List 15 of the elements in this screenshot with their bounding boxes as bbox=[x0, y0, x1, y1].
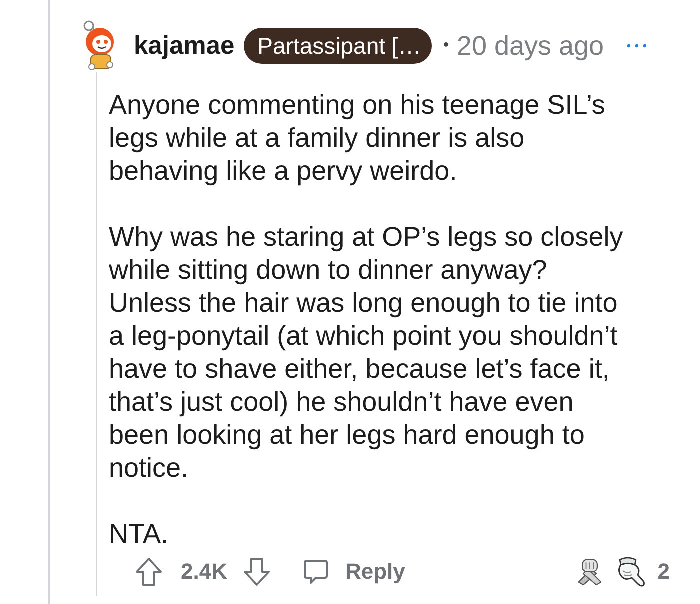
comment-icon bbox=[303, 559, 330, 585]
clasped-hands-icon bbox=[576, 558, 604, 586]
downvote-icon[interactable] bbox=[243, 557, 272, 587]
separator-dot: • bbox=[443, 37, 449, 55]
reply-button[interactable]: Reply bbox=[303, 559, 406, 585]
award-count: 2 bbox=[658, 559, 670, 585]
vote-count: 2.4K bbox=[181, 559, 228, 585]
comment-paragraph: Why was he staring at OP’s legs so closely while sitting down to dinner anyway? Unless the hair was long enough to tie into a leg-ponytail (at which point you shouldn’t have to shave either, because let’s face it, that’s just cool) he shouldn’t have even been looking at her legs hard enough to notice. bbox=[109, 221, 624, 485]
comment-paragraph: Anyone commenting on his teenage SIL’s legs while at a family dinner is also behaving like a pervy weirdo. bbox=[109, 89, 606, 188]
more-options-icon[interactable] bbox=[626, 43, 648, 49]
username[interactable]: kajamae bbox=[134, 32, 235, 60]
upvote-icon[interactable] bbox=[135, 557, 163, 587]
timestamp[interactable]: 20 days ago bbox=[456, 30, 604, 62]
comment-paragraph: NTA. bbox=[109, 518, 170, 551]
user-flair: Partassipant [… bbox=[244, 28, 432, 64]
